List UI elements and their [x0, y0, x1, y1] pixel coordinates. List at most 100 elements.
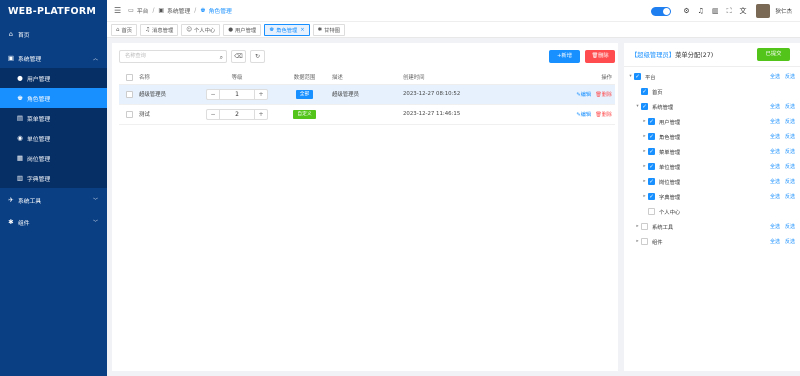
search-icon[interactable]: ⌕ — [220, 52, 223, 63]
tree-node[interactable]: ▸ ✓ 菜单管理 全选 反选 — [624, 144, 800, 159]
sidebar-item-roles[interactable]: ♚ 角色管理 — [0, 88, 107, 108]
caret-down-icon[interactable]: ▾ — [627, 74, 634, 79]
select-all-link[interactable]: 全选 — [770, 134, 780, 140]
invert-link[interactable]: 反选 — [785, 119, 795, 125]
row-delete-button[interactable]: 🗑删除 — [595, 112, 612, 118]
tree-node[interactable]: ▸ ✓ 角色管理 全选 反选 — [624, 129, 800, 144]
tree-node[interactable]: ▸ 系统工具 全选 反选 — [624, 219, 800, 234]
edit-button[interactable]: ✎编辑 — [576, 92, 591, 98]
plus-icon[interactable]: + — [255, 111, 267, 118]
tree-node[interactable]: ▸ ✓ 岗位管理 全选 反选 — [624, 174, 800, 189]
tree-node[interactable]: ▾ ✓ 系统管理 全选 反选 — [624, 99, 800, 114]
select-all-link[interactable]: 全选 — [770, 74, 780, 80]
caret-right-icon[interactable]: ▸ — [634, 224, 641, 229]
search-input[interactable]: 名称查询 ⌕ — [119, 50, 227, 63]
row-checkbox[interactable] — [125, 90, 133, 98]
caret-right-icon[interactable]: ▸ — [641, 164, 648, 169]
bell-icon[interactable]: ♫ — [698, 7, 704, 15]
edit-button[interactable]: ✎编辑 — [576, 112, 591, 118]
breadcrumb-item[interactable]: 平台 — [137, 6, 149, 15]
tree-checkbox[interactable]: ✓ — [648, 133, 655, 140]
tree-node[interactable]: ▸ ✓ 字典管理 全选 反选 — [624, 189, 800, 204]
select-all-link[interactable]: 全选 — [770, 224, 780, 230]
sidebar-item-units[interactable]: ◉ 单位管理 — [0, 128, 107, 148]
avatar[interactable] — [756, 4, 771, 18]
gear-icon[interactable]: ⚙ — [683, 7, 689, 15]
sidebar-item-home[interactable]: ⌂ 首页 — [0, 24, 107, 44]
table-row[interactable]: 测试 −2 + 自定义 2023-12-27 11:46:15 ✎编辑 🗑删除 — [119, 104, 615, 125]
select-all-link[interactable]: 全选 — [770, 239, 780, 245]
tree-node[interactable]: ▾ ✓ 平台 全选 反选 — [624, 69, 800, 84]
tree-node[interactable]: ▸ 组件 全选 反选 — [624, 234, 800, 249]
tree-checkbox[interactable] — [641, 223, 648, 230]
breadcrumb-item[interactable]: 系统管理 — [167, 6, 190, 15]
level-value[interactable]: 2 — [219, 109, 255, 119]
caret-right-icon[interactable]: ▸ — [641, 134, 648, 139]
collapse-menu-icon[interactable]: ☰ — [114, 6, 121, 15]
theme-toggle[interactable] — [651, 6, 672, 16]
row-delete-button[interactable]: 🗑删除 — [595, 92, 612, 98]
level-stepper[interactable]: −2 + — [206, 108, 268, 120]
tree-checkbox[interactable]: ✓ — [648, 178, 655, 185]
add-button[interactable]: +新增 — [549, 50, 580, 63]
tree-checkbox[interactable]: ✓ — [641, 103, 648, 110]
invert-link[interactable]: 反选 — [785, 104, 795, 110]
invert-link[interactable]: 反选 — [785, 179, 795, 185]
sidebar-item-menus[interactable]: ▤ 菜单管理 — [0, 108, 107, 128]
tab-profile[interactable]: ☺ 个人中心 — [181, 23, 221, 36]
tree-checkbox[interactable]: ✓ — [641, 88, 648, 95]
select-all-link[interactable]: 全选 — [770, 119, 780, 125]
tree-checkbox[interactable] — [648, 208, 655, 215]
book-icon[interactable]: ▥ — [712, 7, 719, 15]
sidebar-item-components[interactable]: ✱ 组件 ﹀ — [0, 212, 107, 232]
tree-checkbox[interactable]: ✓ — [648, 163, 655, 170]
sidebar-item-system[interactable]: ▣ 系统管理 ︿ — [0, 48, 107, 68]
caret-right-icon[interactable]: ▸ — [641, 194, 648, 199]
tree-node[interactable]: ▸ ✓ 单位管理 全选 反选 — [624, 159, 800, 174]
delete-button[interactable]: 🗑删除 — [585, 50, 615, 63]
tree-node[interactable]: ✓ 首页 — [624, 84, 800, 99]
select-all-link[interactable]: 全选 — [770, 164, 780, 170]
tree-checkbox[interactable]: ✓ — [648, 118, 655, 125]
invert-link[interactable]: 反选 — [785, 224, 795, 230]
tree-node[interactable]: ▸ ✓ 用户管理 全选 反选 — [624, 114, 800, 129]
submit-button[interactable]: 已提交 — [757, 48, 790, 61]
tab-messages[interactable]: ♫ 消息管理 — [140, 23, 179, 36]
tab-gantt[interactable]: ✱ 甘特图 — [312, 23, 346, 36]
tab-users[interactable]: ● 用户管理 — [223, 23, 262, 36]
select-all-link[interactable]: 全选 — [770, 179, 780, 185]
tab-home[interactable]: ⌂ 首页 — [111, 23, 138, 36]
select-all-link[interactable]: 全选 — [770, 104, 780, 110]
tree-checkbox[interactable]: ✓ — [648, 193, 655, 200]
select-all-link[interactable]: 全选 — [770, 194, 780, 200]
reset-filter-button[interactable]: ⌫ — [231, 50, 246, 63]
select-all-link[interactable]: 全选 — [770, 149, 780, 155]
translate-icon[interactable]: 文 — [739, 6, 746, 16]
tab-roles[interactable]: ♚ 角色管理 × — [264, 23, 310, 36]
plus-icon[interactable]: + — [255, 91, 267, 98]
user-name[interactable]: 狄仁杰 — [775, 7, 792, 15]
invert-link[interactable]: 反选 — [785, 164, 795, 170]
sidebar-item-users[interactable]: ● 用户管理 — [0, 68, 107, 88]
refresh-button[interactable]: ↻ — [250, 50, 265, 63]
row-checkbox[interactable] — [125, 110, 133, 118]
sidebar-item-dicts[interactable]: ▥ 字典管理 — [0, 168, 107, 188]
caret-right-icon[interactable]: ▸ — [641, 179, 648, 184]
tree-checkbox[interactable]: ✓ — [634, 73, 641, 80]
sidebar-item-tools[interactable]: ✈ 系统工具 ﹀ — [0, 190, 107, 210]
fullscreen-icon[interactable]: ⛶ — [727, 7, 732, 16]
sidebar-item-posts[interactable]: ▦ 岗位管理 — [0, 148, 107, 168]
level-value[interactable]: 1 — [219, 89, 255, 99]
caret-right-icon[interactable]: ▸ — [634, 239, 641, 244]
invert-link[interactable]: 反选 — [785, 74, 795, 80]
caret-down-icon[interactable]: ▾ — [634, 104, 641, 109]
table-row[interactable]: 超级管理员 −1 + 全部 超级管理员 2023-12-27 08:10:52 ✎… — [119, 84, 615, 105]
invert-link[interactable]: 反选 — [785, 194, 795, 200]
minus-icon[interactable]: − — [207, 111, 219, 118]
caret-right-icon[interactable]: ▸ — [641, 149, 648, 154]
invert-link[interactable]: 反选 — [785, 149, 795, 155]
select-all-checkbox[interactable] — [125, 73, 133, 81]
invert-link[interactable]: 反选 — [785, 239, 795, 245]
close-icon[interactable]: × — [300, 27, 304, 33]
tree-checkbox[interactable] — [641, 238, 648, 245]
